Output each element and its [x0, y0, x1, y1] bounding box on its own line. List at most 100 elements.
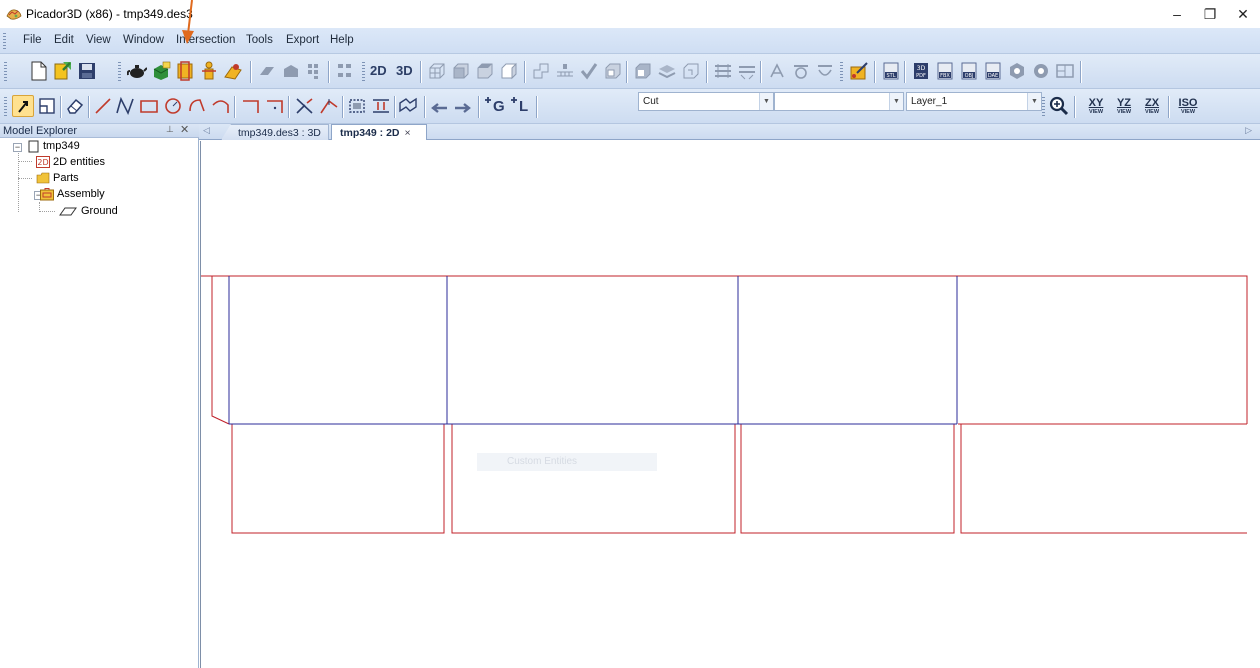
minimize-button[interactable]: –	[1160, 0, 1194, 28]
hexagon-icon[interactable]	[1006, 60, 1028, 82]
menu-intersection[interactable]: Intersection	[176, 34, 235, 46]
teapot-icon[interactable]	[126, 60, 148, 82]
open-file-icon[interactable]	[52, 60, 74, 82]
select-arrow-icon[interactable]	[12, 95, 34, 117]
3d-mode-button[interactable]: 3D	[396, 63, 413, 78]
yz-view-button[interactable]: YZ VIEW	[1110, 95, 1138, 119]
secondary-dropdown[interactable]: ▼	[774, 92, 904, 111]
tab-scroll-right-icon[interactable]: ▷	[1245, 125, 1252, 136]
fold-part-icon[interactable]	[222, 60, 244, 82]
fillet-tool-icon[interactable]	[240, 95, 262, 117]
pin-icon[interactable]: ⊥	[166, 124, 174, 135]
menu-view[interactable]: View	[86, 34, 111, 46]
cube-side-icon[interactable]	[498, 60, 520, 82]
collapse-root-icon[interactable]: −	[13, 143, 22, 152]
move-frame-icon[interactable]	[346, 95, 368, 117]
tab-3d-view[interactable]: tmp349.des3 : 3D	[221, 124, 329, 140]
tab-scroll-left-icon[interactable]: ◁	[203, 125, 210, 136]
extrude-icon[interactable]	[256, 60, 278, 82]
chamfer-tool-icon[interactable]	[264, 95, 286, 117]
render-cube-icon[interactable]	[632, 60, 654, 82]
cube-top-icon[interactable]	[474, 60, 496, 82]
hinge-icon[interactable]	[766, 60, 788, 82]
tree-item-2d-entities[interactable]: 2D 2D entities	[36, 154, 105, 170]
panel-layout-icon[interactable]	[1054, 60, 1076, 82]
frame-select-icon[interactable]	[36, 95, 58, 117]
mirror-tool-icon[interactable]	[398, 95, 420, 117]
iso-view-button[interactable]: ISO VIEW	[1174, 95, 1202, 119]
measure-icon[interactable]	[554, 60, 576, 82]
export-stl-icon[interactable]: STL	[880, 60, 902, 82]
layers-3d-icon[interactable]	[656, 60, 678, 82]
toolbar-grip-3[interactable]	[362, 62, 365, 82]
menu-export[interactable]: Export	[286, 34, 319, 46]
fold-3d-icon[interactable]	[530, 60, 552, 82]
rectangle-tool-icon[interactable]	[138, 95, 160, 117]
curve-tool-icon[interactable]	[210, 95, 232, 117]
transparent-cube-icon[interactable]	[680, 60, 702, 82]
dimension-tool-icon[interactable]	[370, 95, 392, 117]
tree-item-ground[interactable]: Ground	[58, 203, 118, 219]
distribute-v-icon[interactable]	[736, 60, 758, 82]
arc-tool-icon[interactable]	[186, 95, 208, 117]
2d-mode-button[interactable]: 2D	[370, 63, 387, 78]
extrude-block-icon[interactable]	[280, 60, 302, 82]
create-3d-box-icon[interactable]	[150, 60, 172, 82]
redo-icon[interactable]	[452, 95, 474, 117]
paint-layer-icon[interactable]	[848, 60, 870, 82]
add-layer-icon[interactable]: L	[510, 95, 532, 117]
trim-tool-icon[interactable]	[294, 95, 316, 117]
toolbar-grip-5[interactable]	[4, 97, 7, 117]
check-icon[interactable]	[578, 60, 600, 82]
new-file-icon[interactable]	[28, 60, 50, 82]
undo-icon[interactable]	[428, 95, 450, 117]
menu-window[interactable]: Window	[123, 34, 164, 46]
polyline-tool-icon[interactable]	[114, 95, 136, 117]
distribute-h-icon[interactable]	[712, 60, 734, 82]
person-part-icon[interactable]	[198, 60, 220, 82]
tree-item-root[interactable]: tmp349	[26, 138, 80, 154]
assembly-parts-icon[interactable]	[174, 60, 196, 82]
eraser-icon[interactable]	[64, 95, 86, 117]
close-window-button[interactable]: ✕	[1226, 0, 1260, 28]
chevron-down-icon[interactable]: ▼	[889, 93, 903, 110]
export-fbx-icon[interactable]: FBX	[934, 60, 956, 82]
close-panel-icon[interactable]: ✕	[180, 123, 189, 136]
chevron-down-icon[interactable]: ▼	[1027, 93, 1041, 110]
circle-tool-icon[interactable]	[162, 95, 184, 117]
menu-edit[interactable]: Edit	[54, 34, 74, 46]
grid-pattern-icon[interactable]	[304, 60, 326, 82]
zoom-icon[interactable]	[1048, 95, 1070, 117]
tree-item-assembly[interactable]: Assembly	[38, 186, 105, 202]
circle-target-icon[interactable]	[1030, 60, 1052, 82]
toolbar-grip-4[interactable]	[840, 62, 843, 82]
export-dae-icon[interactable]: DAE	[982, 60, 1004, 82]
tab-2d-view[interactable]: tmp349 : 2D ×	[331, 124, 427, 140]
cube-front-icon[interactable]	[450, 60, 472, 82]
line-tool-icon[interactable]	[92, 95, 114, 117]
close-tab-icon[interactable]: ×	[405, 127, 411, 139]
menubar-grip[interactable]	[3, 33, 6, 49]
flip-part-icon[interactable]	[814, 60, 836, 82]
wireframe-cube-icon[interactable]	[426, 60, 448, 82]
chevron-down-icon[interactable]: ▼	[759, 93, 773, 110]
extend-tool-icon[interactable]	[318, 95, 340, 117]
add-group-icon[interactable]: G	[484, 95, 506, 117]
maximize-button[interactable]: ❐	[1194, 0, 1226, 28]
export-3dpdf-icon[interactable]: 3D PDF	[910, 60, 932, 82]
layer-dropdown[interactable]: Layer_1 ▼	[906, 92, 1042, 111]
cube-shaded-icon[interactable]	[602, 60, 624, 82]
save-icon[interactable]	[76, 60, 98, 82]
menu-tools[interactable]: Tools	[246, 34, 273, 46]
rotate-part-icon[interactable]	[790, 60, 812, 82]
toolbar-grip[interactable]	[4, 62, 7, 82]
menu-file[interactable]: File	[23, 34, 42, 46]
align-icon[interactable]	[334, 60, 356, 82]
toolbar-grip-6[interactable]	[1042, 97, 1045, 117]
line-type-dropdown[interactable]: Cut ▼	[638, 92, 774, 111]
xy-view-button[interactable]: XY VIEW	[1082, 95, 1110, 119]
export-obj-icon[interactable]: OBJ	[958, 60, 980, 82]
menu-help[interactable]: Help	[330, 34, 354, 46]
toolbar-grip-2[interactable]	[118, 62, 121, 82]
drawing-canvas[interactable]: Custom Entities	[200, 141, 1260, 668]
